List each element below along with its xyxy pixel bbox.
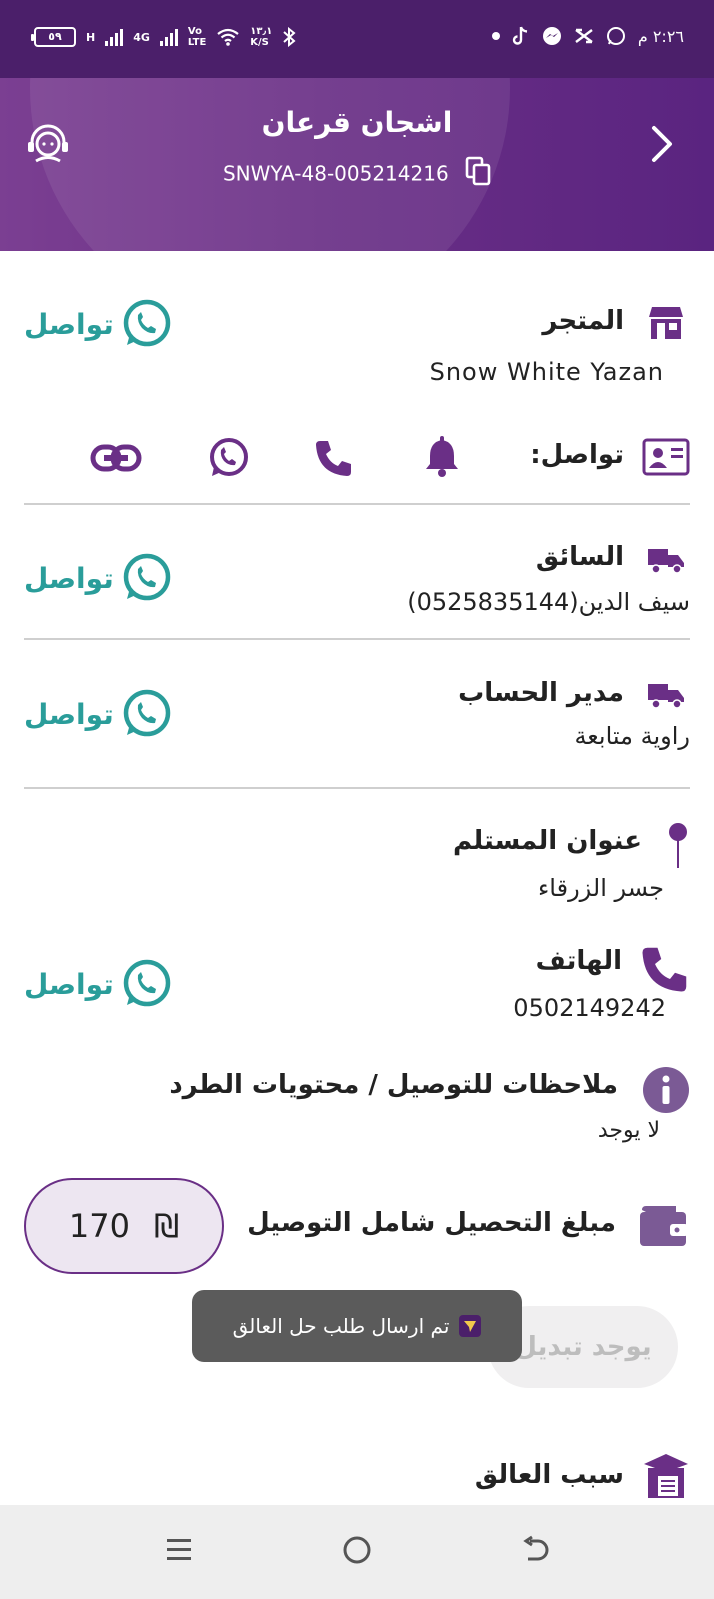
- status-bar-left: ٥٩ H 4G Vo LTE ١٣٫١ K/S: [31, 26, 296, 48]
- signal-2-icon: [159, 28, 178, 46]
- copy-icon[interactable]: [465, 156, 491, 191]
- phone-call-icon[interactable]: [314, 438, 354, 482]
- whatsapp-icon: [123, 553, 170, 601]
- account-manager-contact-label: تواصل: [24, 697, 114, 731]
- account-manager-name: راوية متابعة: [574, 722, 690, 750]
- signal-icon: [105, 28, 124, 46]
- page-title: اشجان قرعان: [261, 106, 453, 139]
- clock: ٢:٢٦ م: [637, 26, 684, 46]
- wifi-icon: [217, 28, 239, 46]
- recipient-address: جسر الزرقاء: [538, 874, 664, 902]
- phone-title: الهاتف: [535, 946, 622, 976]
- stuck-reason-title: سبب العالق: [474, 1460, 624, 1490]
- driver-contact-label: تواصل: [24, 561, 114, 595]
- store-title: المتجر: [542, 306, 624, 336]
- whatsapp-icon: [123, 959, 170, 1007]
- store-contact-label: تواصل: [24, 307, 114, 341]
- currency-symbol: ₪: [153, 1207, 180, 1245]
- bluetooth-icon: [283, 27, 296, 47]
- phone-contact-label: تواصل: [24, 967, 114, 1001]
- link-icon[interactable]: [90, 442, 142, 478]
- account-manager-contact-button[interactable]: تواصل: [24, 688, 172, 740]
- driver-name: سيف الدين(0525835144): [407, 588, 690, 616]
- divider: [24, 787, 690, 789]
- toast-message: تم ارسال طلب حل العالق: [192, 1290, 522, 1362]
- store-icon: [646, 305, 686, 345]
- battery-level: ٥٩: [48, 30, 62, 43]
- whatsapp-icon[interactable]: [206, 436, 250, 484]
- toast-text: تم ارسال طلب حل العالق: [232, 1314, 450, 1338]
- system-nav-bar: [0, 1505, 714, 1599]
- collection-title: مبلغ التحصيل شامل التوصيل: [247, 1208, 616, 1238]
- package-list-icon: [642, 1452, 690, 1504]
- capcut-icon: [575, 28, 593, 44]
- tracking-code-value: SNWYA-48-005214216: [222, 161, 449, 186]
- location-pin-icon: [666, 822, 690, 874]
- header: اشجان قرعان SNWYA-48-005214216: [0, 78, 714, 251]
- delivery-truck-icon: [646, 680, 686, 714]
- battery-icon: ٥٩: [31, 27, 76, 47]
- notes-title: ملاحظات للتوصيل / محتويات الطرد: [169, 1070, 618, 1100]
- back-nav-icon[interactable]: [522, 1535, 550, 1569]
- whatsapp-status-icon: [606, 27, 625, 45]
- driver-contact-button[interactable]: تواصل: [24, 552, 172, 604]
- whatsapp-icon: [123, 689, 170, 737]
- back-icon[interactable]: [650, 124, 674, 168]
- divider: [24, 503, 690, 505]
- speed-label: ١٣٫١ K/S: [250, 26, 273, 48]
- phone-icon: [640, 944, 690, 998]
- volte-label: Vo LTE: [187, 26, 207, 48]
- collection-amount: 170 ₪: [24, 1178, 224, 1274]
- home-icon[interactable]: [342, 1535, 372, 1569]
- recipient-title: عنوان المستلم: [452, 826, 642, 856]
- account-manager-title: مدير الحساب: [458, 678, 624, 708]
- tiktok-icon: [512, 26, 527, 45]
- info-icon: [642, 1066, 690, 1118]
- send-icon: [459, 1315, 482, 1337]
- driver-title: السائق: [535, 542, 624, 572]
- whatsapp-icon: [123, 299, 170, 347]
- wallet-icon: [638, 1204, 690, 1252]
- store-name: Snow White Yazan: [429, 358, 664, 386]
- notes-value: لا يوجد: [597, 1118, 660, 1143]
- network-4g-label: 4G: [133, 30, 150, 44]
- store-contact-row-label: تواصل:: [530, 440, 624, 470]
- collection-amount-value: 170: [68, 1207, 130, 1245]
- bell-icon[interactable]: [424, 436, 460, 482]
- contact-card-icon: [642, 438, 690, 480]
- notification-dot: [491, 32, 500, 40]
- status-bar-right: ٢:٢٦ م: [491, 26, 684, 46]
- recent-apps-icon[interactable]: [166, 1535, 192, 1569]
- messenger-icon: [542, 27, 561, 45]
- tracking-code: SNWYA-48-005214216: [0, 156, 714, 191]
- delivery-truck-icon: [646, 545, 686, 579]
- network-h-label: H: [86, 30, 96, 44]
- store-contact-button[interactable]: تواصل: [24, 298, 172, 350]
- divider: [24, 638, 690, 640]
- status-bar: ٥٩ H 4G Vo LTE ١٣٫١ K/S ٢:٢٦ م: [0, 0, 714, 78]
- phone-number: 0502149242: [513, 994, 666, 1022]
- phone-contact-button[interactable]: تواصل: [24, 958, 172, 1010]
